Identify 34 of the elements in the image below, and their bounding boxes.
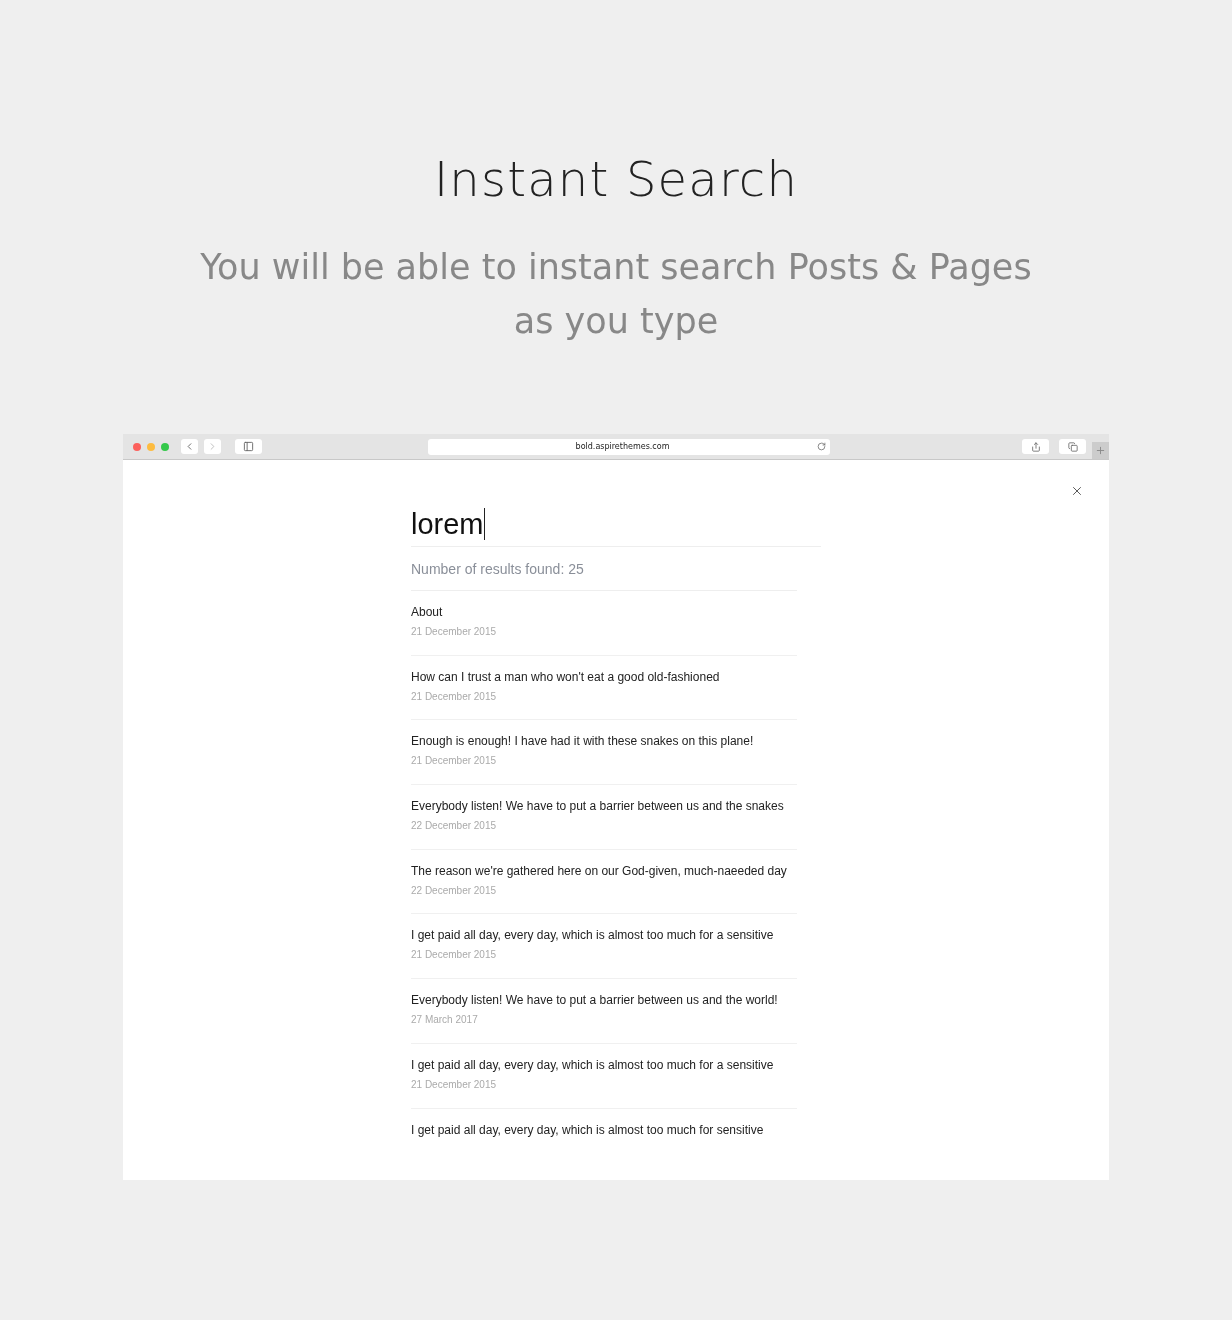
share-icon bbox=[1030, 441, 1041, 452]
result-title[interactable]: I get paid all day, every day, which is almost too much for sensitive bbox=[411, 1121, 797, 1138]
forward-button[interactable] bbox=[204, 439, 221, 454]
tabs-icon bbox=[1067, 441, 1078, 452]
result-title[interactable]: I get paid all day, every day, which is almost too much for a sensitive bbox=[411, 1056, 797, 1073]
sidebar-icon bbox=[243, 441, 254, 452]
result-date: 22 December 2015 bbox=[411, 819, 498, 833]
result-title[interactable]: Everybody listen! We have to put a barrier between us and the snakes bbox=[411, 798, 797, 815]
results-count: Number of results found: 25 bbox=[411, 559, 797, 591]
page-heading: Instant Search bbox=[434, 150, 798, 208]
sidebar-button[interactable] bbox=[235, 439, 262, 454]
result-date: 21 December 2015 bbox=[411, 754, 498, 768]
result-title[interactable]: About bbox=[411, 604, 797, 620]
result-title[interactable]: I get paid all day, every day, which is almost too much for a sensitive bbox=[411, 927, 797, 944]
result-date: 27 March 2017 bbox=[411, 1013, 479, 1027]
new-tab-button[interactable] bbox=[1092, 442, 1109, 459]
reload-icon[interactable] bbox=[817, 442, 826, 451]
share-button[interactable] bbox=[1022, 439, 1049, 454]
result-date: 22 December 2015 bbox=[411, 883, 498, 897]
result-title[interactable]: Enough is enough! I have had it with these snakes on this plane! bbox=[411, 733, 797, 750]
search-field[interactable]: lorem bbox=[411, 504, 821, 547]
result-date: 21 December 2015 bbox=[411, 689, 498, 703]
result-title[interactable]: The reason we're gathered here on our God-given, much-naeeded day bbox=[411, 862, 797, 879]
plus-icon bbox=[1095, 445, 1106, 456]
result-date: 21 December 2015 bbox=[411, 1077, 498, 1091]
back-button[interactable] bbox=[181, 439, 198, 454]
tabs-button[interactable] bbox=[1059, 439, 1086, 454]
page-subheading: You will be able to instant search Posts & Pages as you type bbox=[199, 246, 1033, 343]
result-date: 21 December 2015 bbox=[411, 625, 498, 638]
close-icon[interactable] bbox=[1070, 484, 1084, 498]
address-bar[interactable]: bold.aspirethemes.com bbox=[428, 438, 830, 455]
result-date: 21 December 2015 bbox=[411, 948, 498, 962]
result-title[interactable]: Everybody listen! We have to put a barrier between us and the world! bbox=[411, 992, 797, 1009]
result-title[interactable]: How can I trust a man who won't eat a good old-fashioned bbox=[411, 668, 797, 685]
